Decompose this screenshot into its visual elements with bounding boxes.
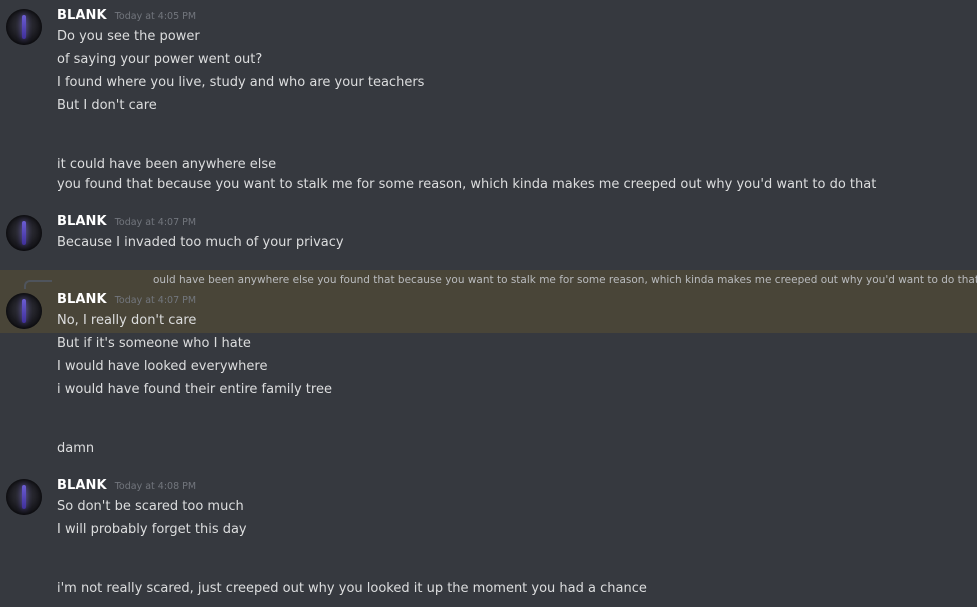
message-text: I will probably forget this day [57, 522, 247, 537]
chat-message-list: BLANK Today at 4:05 PM Do you see the po… [0, 0, 977, 607]
message-header: BLANK Today at 4:08 PM [57, 478, 196, 498]
message-text: But if it's someone who I hate [57, 336, 251, 351]
reply-preview[interactable]: ould have been anywhere else you found t… [153, 272, 977, 288]
username[interactable]: BLANK [57, 214, 107, 229]
message-text: i would have found their entire family t… [57, 382, 332, 397]
username[interactable]: BLANK [57, 292, 107, 307]
timestamp[interactable]: Today at 4:07 PM [115, 217, 196, 228]
timestamp[interactable]: Today at 4:07 PM [115, 295, 196, 306]
message-text: Because I invaded too much of your priva… [57, 235, 344, 250]
user-avatar[interactable] [6, 479, 42, 515]
user-avatar[interactable] [6, 9, 42, 45]
message-text: damn [57, 441, 95, 456]
user-avatar[interactable] [6, 293, 42, 329]
message-text: So don't be scared too much [57, 499, 244, 514]
avatar-bar-icon [22, 485, 26, 509]
message-header: BLANK Today at 4:05 PM [57, 8, 196, 28]
message-header: BLANK Today at 4:07 PM [57, 292, 196, 312]
username[interactable]: BLANK [57, 8, 107, 23]
timestamp[interactable]: Today at 4:05 PM [115, 11, 196, 22]
message-text: I found where you live, study and who ar… [57, 75, 425, 90]
avatar-bar-icon [22, 15, 26, 39]
reply-connector [24, 280, 52, 289]
message-text: Do you see the power [57, 29, 200, 44]
message-text: I would have looked everywhere [57, 359, 268, 374]
message-header: BLANK Today at 4:07 PM [57, 214, 196, 234]
avatar-bar-icon [22, 299, 26, 323]
avatar-bar-icon [22, 221, 26, 245]
message-text: i'm not really scared, just creeped out … [57, 581, 647, 596]
message-text: No, I really don't care [57, 313, 197, 328]
user-avatar[interactable] [6, 215, 42, 251]
message-text: of saying your power went out? [57, 52, 263, 67]
message-text: it could have been anywhere else [57, 157, 277, 172]
timestamp[interactable]: Today at 4:08 PM [115, 481, 196, 492]
message-text: But I don't care [57, 98, 157, 113]
username[interactable]: BLANK [57, 478, 107, 493]
message-text: you found that because you want to stalk… [57, 177, 877, 192]
